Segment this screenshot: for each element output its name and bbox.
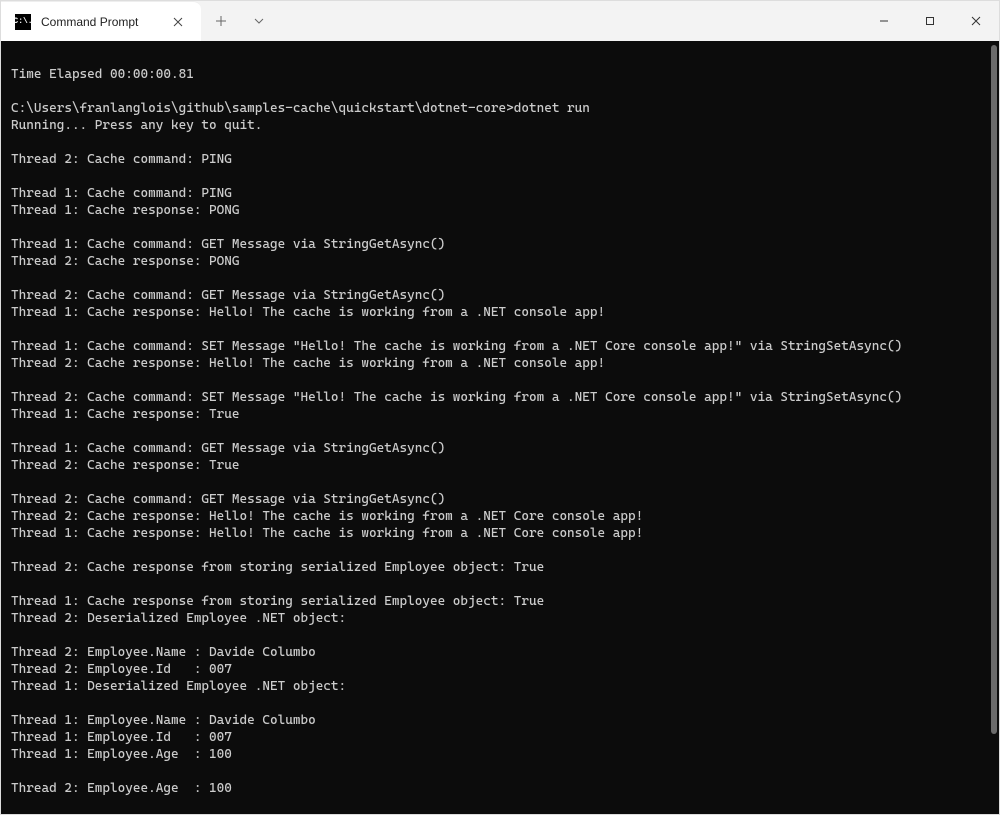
cmd-icon: C:\. <box>15 14 31 30</box>
window-frame: C:\. Command Prompt Time Elapse <box>0 0 1000 815</box>
terminal-output: Time Elapsed 00:00:00.81 C:\Users\franla… <box>11 49 999 797</box>
close-button[interactable] <box>953 1 999 41</box>
active-tab[interactable]: C:\. Command Prompt <box>1 1 201 41</box>
scrollbar[interactable] <box>991 45 997 810</box>
window-controls <box>861 1 999 41</box>
maximize-button[interactable] <box>907 1 953 41</box>
terminal-area[interactable]: Time Elapsed 00:00:00.81 C:\Users\franla… <box>1 41 999 814</box>
title-drag-region[interactable] <box>277 1 861 41</box>
tab-dropdown-button[interactable] <box>241 1 277 41</box>
tab-title: Command Prompt <box>41 15 159 29</box>
tab-close-button[interactable] <box>169 13 187 31</box>
title-bar[interactable]: C:\. Command Prompt <box>1 1 999 41</box>
scrollbar-thumb[interactable] <box>991 45 997 734</box>
minimize-button[interactable] <box>861 1 907 41</box>
new-tab-button[interactable] <box>201 1 241 41</box>
